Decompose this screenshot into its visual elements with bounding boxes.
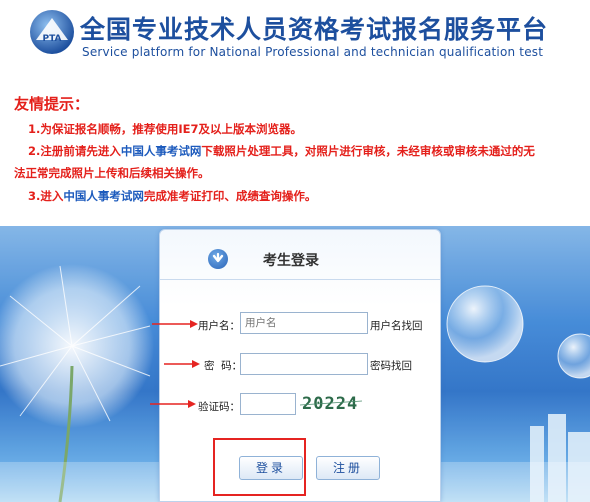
captcha-label: 验证码： xyxy=(198,401,240,413)
notice-tip-2-prefix: 2.注册前请先进入 xyxy=(28,144,121,158)
site-header: PTA 全国专业技术人员资格考试报名服务平台 Service platform … xyxy=(0,0,590,84)
notice-tip-1: 1.为保证报名顺畅，推荐使用IE7及以上版本浏览器。 xyxy=(28,122,303,136)
site-title: 全国专业技术人员资格考试报名服务平台 xyxy=(80,15,549,44)
login-panel-header: 考生登录 xyxy=(160,230,440,280)
captcha-image[interactable]: 20224 xyxy=(300,390,362,416)
annotation-arrow-password xyxy=(164,360,200,368)
login-title: 考生登录 xyxy=(263,253,319,269)
notice-tip-3: 3.进入中国人事考试网完成准考证打印、成绩查询操作。 xyxy=(28,188,316,204)
login-button-highlight xyxy=(213,438,306,496)
username-label: 用户名： xyxy=(198,320,240,332)
notice-tip-3-suffix: 完成准考证打印、成绩查询操作。 xyxy=(143,189,317,203)
logo-text: PTA xyxy=(42,34,61,44)
notice-tip-3-prefix: 3.进入 xyxy=(28,189,64,203)
username-input[interactable] xyxy=(240,312,368,334)
password-input[interactable] xyxy=(240,353,368,375)
password-recover-link[interactable]: 密码找回 xyxy=(370,358,412,373)
annotation-arrow-username xyxy=(152,320,198,328)
arrow-down-circle-icon xyxy=(208,249,228,269)
username-recover-link[interactable]: 用户名找回 xyxy=(370,318,423,333)
password-label: 密 码： xyxy=(204,360,243,372)
notice-tip-2: 2.注册前请先进入中国人事考试网下载照片处理工具，对照片进行审核，未经审核或审核… xyxy=(28,143,535,159)
cpta-link[interactable]: 中国人事考试网 xyxy=(121,144,202,158)
site-subtitle: Service platform for National Profession… xyxy=(82,45,544,59)
pta-logo-icon: PTA xyxy=(30,10,74,54)
notice-tip-2-suffix: 下载照片处理工具，对照片进行审核，未经审核或审核未通过的无 xyxy=(201,144,535,158)
notice-tip-2-continued: 法正常完成照片上传和后续相关操作。 xyxy=(14,166,210,180)
captcha-input[interactable] xyxy=(240,393,296,415)
notice-title: 友情提示： xyxy=(14,95,90,113)
register-button[interactable]: 注册 xyxy=(316,456,380,480)
annotation-arrow-captcha xyxy=(150,400,196,408)
cpta-link[interactable]: 中国人事考试网 xyxy=(63,189,144,203)
